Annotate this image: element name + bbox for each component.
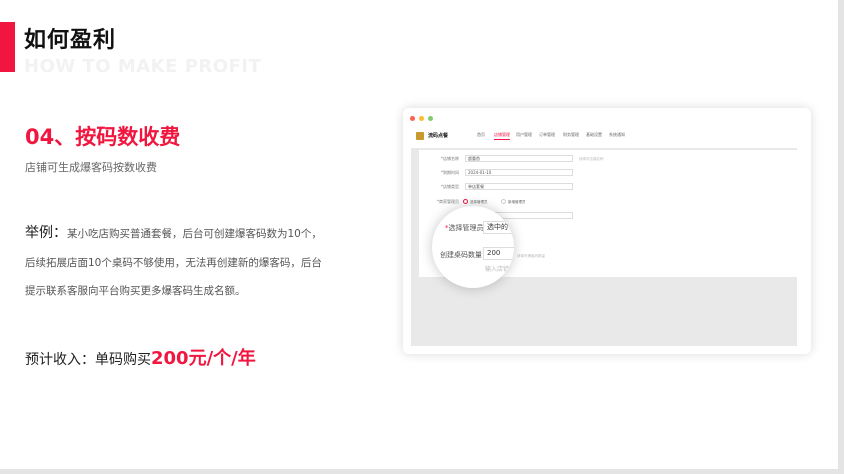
expire-date-input[interactable]: 2024-01-10	[465, 169, 573, 176]
lens-code-count-input[interactable]: 200	[483, 247, 514, 260]
radio-select-manager-label: 选择管理员	[470, 200, 488, 204]
nav-item-store[interactable]: 店铺管理	[494, 132, 510, 140]
example-line-1: 举例：某小吃店购买普通套餐，后台可创建爆客码数为10个，	[25, 222, 322, 242]
app-name: 流码点餐	[428, 133, 449, 139]
income-line: 预计收入：单码购买200元/个/年	[25, 344, 256, 370]
example-label: 举例：	[25, 225, 67, 241]
nav-item-notices[interactable]: 系统通知	[609, 132, 625, 138]
nav-item-finance[interactable]: 财务管理	[563, 132, 579, 138]
manager-label: *商家管理员	[437, 199, 459, 204]
radio-new-manager[interactable]	[501, 199, 506, 204]
lens-manager-label: *选择管理员	[445, 223, 484, 233]
window-close-dot	[410, 116, 415, 121]
magnifier-lens: *选择管理员 选中的↓ 创建桌码数量 200 输入店铲	[432, 206, 514, 288]
window-minimize-dot	[419, 116, 424, 121]
page-title: 如何盈利	[24, 28, 117, 53]
lens-manager-select[interactable]: 选中的↓	[483, 221, 514, 234]
section-title: 04、按码数收费	[25, 125, 181, 149]
lens-manager-label-text: 选择管理员	[448, 224, 484, 232]
expire-date-label: *到期时间	[441, 170, 459, 175]
slide: 如何盈利 HOW TO MAKE PROFIT 04、按码数收费 店铺可生成爆客…	[0, 0, 838, 469]
store-name-input[interactable]: 超重首	[465, 155, 573, 162]
store-name-hint: 请填写店铺名称	[579, 157, 604, 161]
radio-new-manager-label: 新增管理员	[508, 200, 526, 204]
example-line-2: 后续拓展店面10个桌码不够使用，无法再创建新的爆客码，后台	[25, 257, 322, 269]
nav-item-home[interactable]: 首页	[477, 132, 485, 138]
code-count-hint: 请填写爆客码数量	[517, 254, 545, 258]
store-type-label: *店铺类型	[441, 184, 459, 189]
example-line-3: 提示联系客服向平台购买更多爆客码生成名额。	[25, 285, 246, 297]
section-description: 店铺可生成爆客码按数收费	[25, 161, 157, 174]
lens-code-count-label: 创建桌码数量	[440, 251, 482, 259]
nav-item-settings[interactable]: 基础设置	[586, 132, 602, 138]
radio-select-manager[interactable]	[463, 199, 468, 204]
store-name-label: *店铺名称	[441, 156, 459, 161]
store-type-select[interactable]: 单店套餐	[465, 183, 573, 190]
nav-item-orders[interactable]: 订单管理	[539, 132, 555, 138]
app-logo-icon	[416, 132, 424, 140]
page-subtitle-en: HOW TO MAKE PROFIT	[24, 56, 262, 77]
income-label: 预计收入：单码购买	[25, 352, 151, 368]
income-value: 200元/个/年	[151, 348, 256, 369]
nav-item-users[interactable]: 用户管理	[516, 132, 532, 138]
app-header: 流码点餐 首页 店铺管理 用户管理 订单管理 财务管理 基础设置 系统通知	[403, 128, 811, 148]
example-text-1: 某小吃店购买普通套餐，后台可创建爆客码数为10个，	[67, 228, 322, 240]
lens-input-hint: 输入店铲	[485, 266, 510, 273]
accent-bar	[0, 22, 15, 72]
window-maximize-dot	[428, 116, 433, 121]
